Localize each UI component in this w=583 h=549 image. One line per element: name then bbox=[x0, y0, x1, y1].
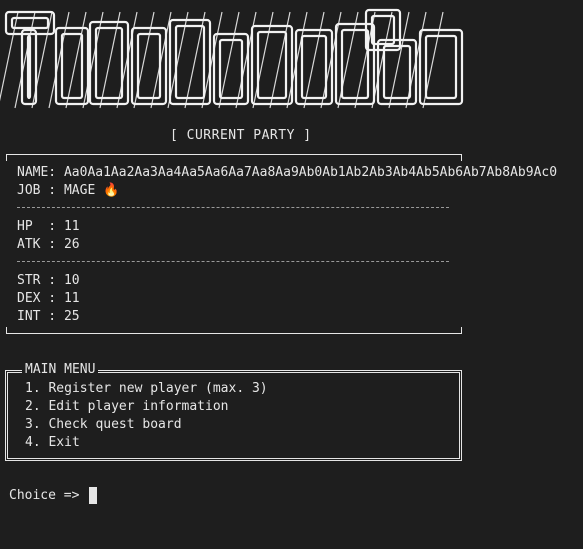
fire-icon: 🔥 bbox=[103, 183, 120, 198]
dex-value: 11 bbox=[63, 291, 80, 306]
name-label: NAME: bbox=[17, 165, 64, 180]
main-menu-title: MAIN MENU bbox=[22, 362, 99, 378]
int-row: INT : 25 bbox=[17, 308, 80, 326]
dex-row: DEX : 11 bbox=[17, 290, 80, 308]
menu-item-edit[interactable]: 2. Edit player information bbox=[25, 398, 229, 416]
party-section-title: [ CURRENT PARTY ] bbox=[170, 128, 312, 143]
menu-item-register[interactable]: 1. Register new player (max. 3) bbox=[25, 380, 268, 398]
dex-label: DEX : bbox=[17, 291, 64, 306]
input-cursor[interactable] bbox=[89, 487, 97, 504]
str-value: 10 bbox=[63, 273, 80, 288]
job-label: JOB : bbox=[17, 183, 64, 198]
hp-value: 11 bbox=[63, 219, 80, 234]
atk-label: ATK : bbox=[17, 237, 64, 252]
job-row: JOB : MAGE 🔥 bbox=[17, 182, 119, 200]
ascii-art-banner bbox=[0, 8, 464, 109]
divider bbox=[17, 207, 449, 208]
name-value: Aa0Aa1Aa2Aa3Aa4Aa5Aa6Aa7Aa8Aa9Ab0Ab1Ab2A… bbox=[63, 165, 558, 180]
job-value: MAGE bbox=[63, 183, 96, 198]
atk-row: ATK : 26 bbox=[17, 236, 80, 254]
menu-item-quest-board[interactable]: 3. Check quest board bbox=[25, 416, 182, 434]
atk-value: 26 bbox=[63, 237, 80, 252]
menu-item-exit[interactable]: 4. Exit bbox=[25, 434, 80, 452]
choice-prompt: Choice => bbox=[9, 488, 88, 503]
divider bbox=[17, 261, 449, 262]
hp-row: HP : 11 bbox=[17, 218, 80, 236]
int-value: 25 bbox=[63, 309, 80, 324]
str-label: STR : bbox=[17, 273, 64, 288]
str-row: STR : 10 bbox=[17, 272, 80, 290]
name-row: NAME: Aa0Aa1Aa2Aa3Aa4Aa5Aa6Aa7Aa8Aa9Ab0A… bbox=[17, 164, 557, 182]
hp-label: HP : bbox=[17, 219, 64, 234]
int-label: INT : bbox=[17, 309, 64, 324]
